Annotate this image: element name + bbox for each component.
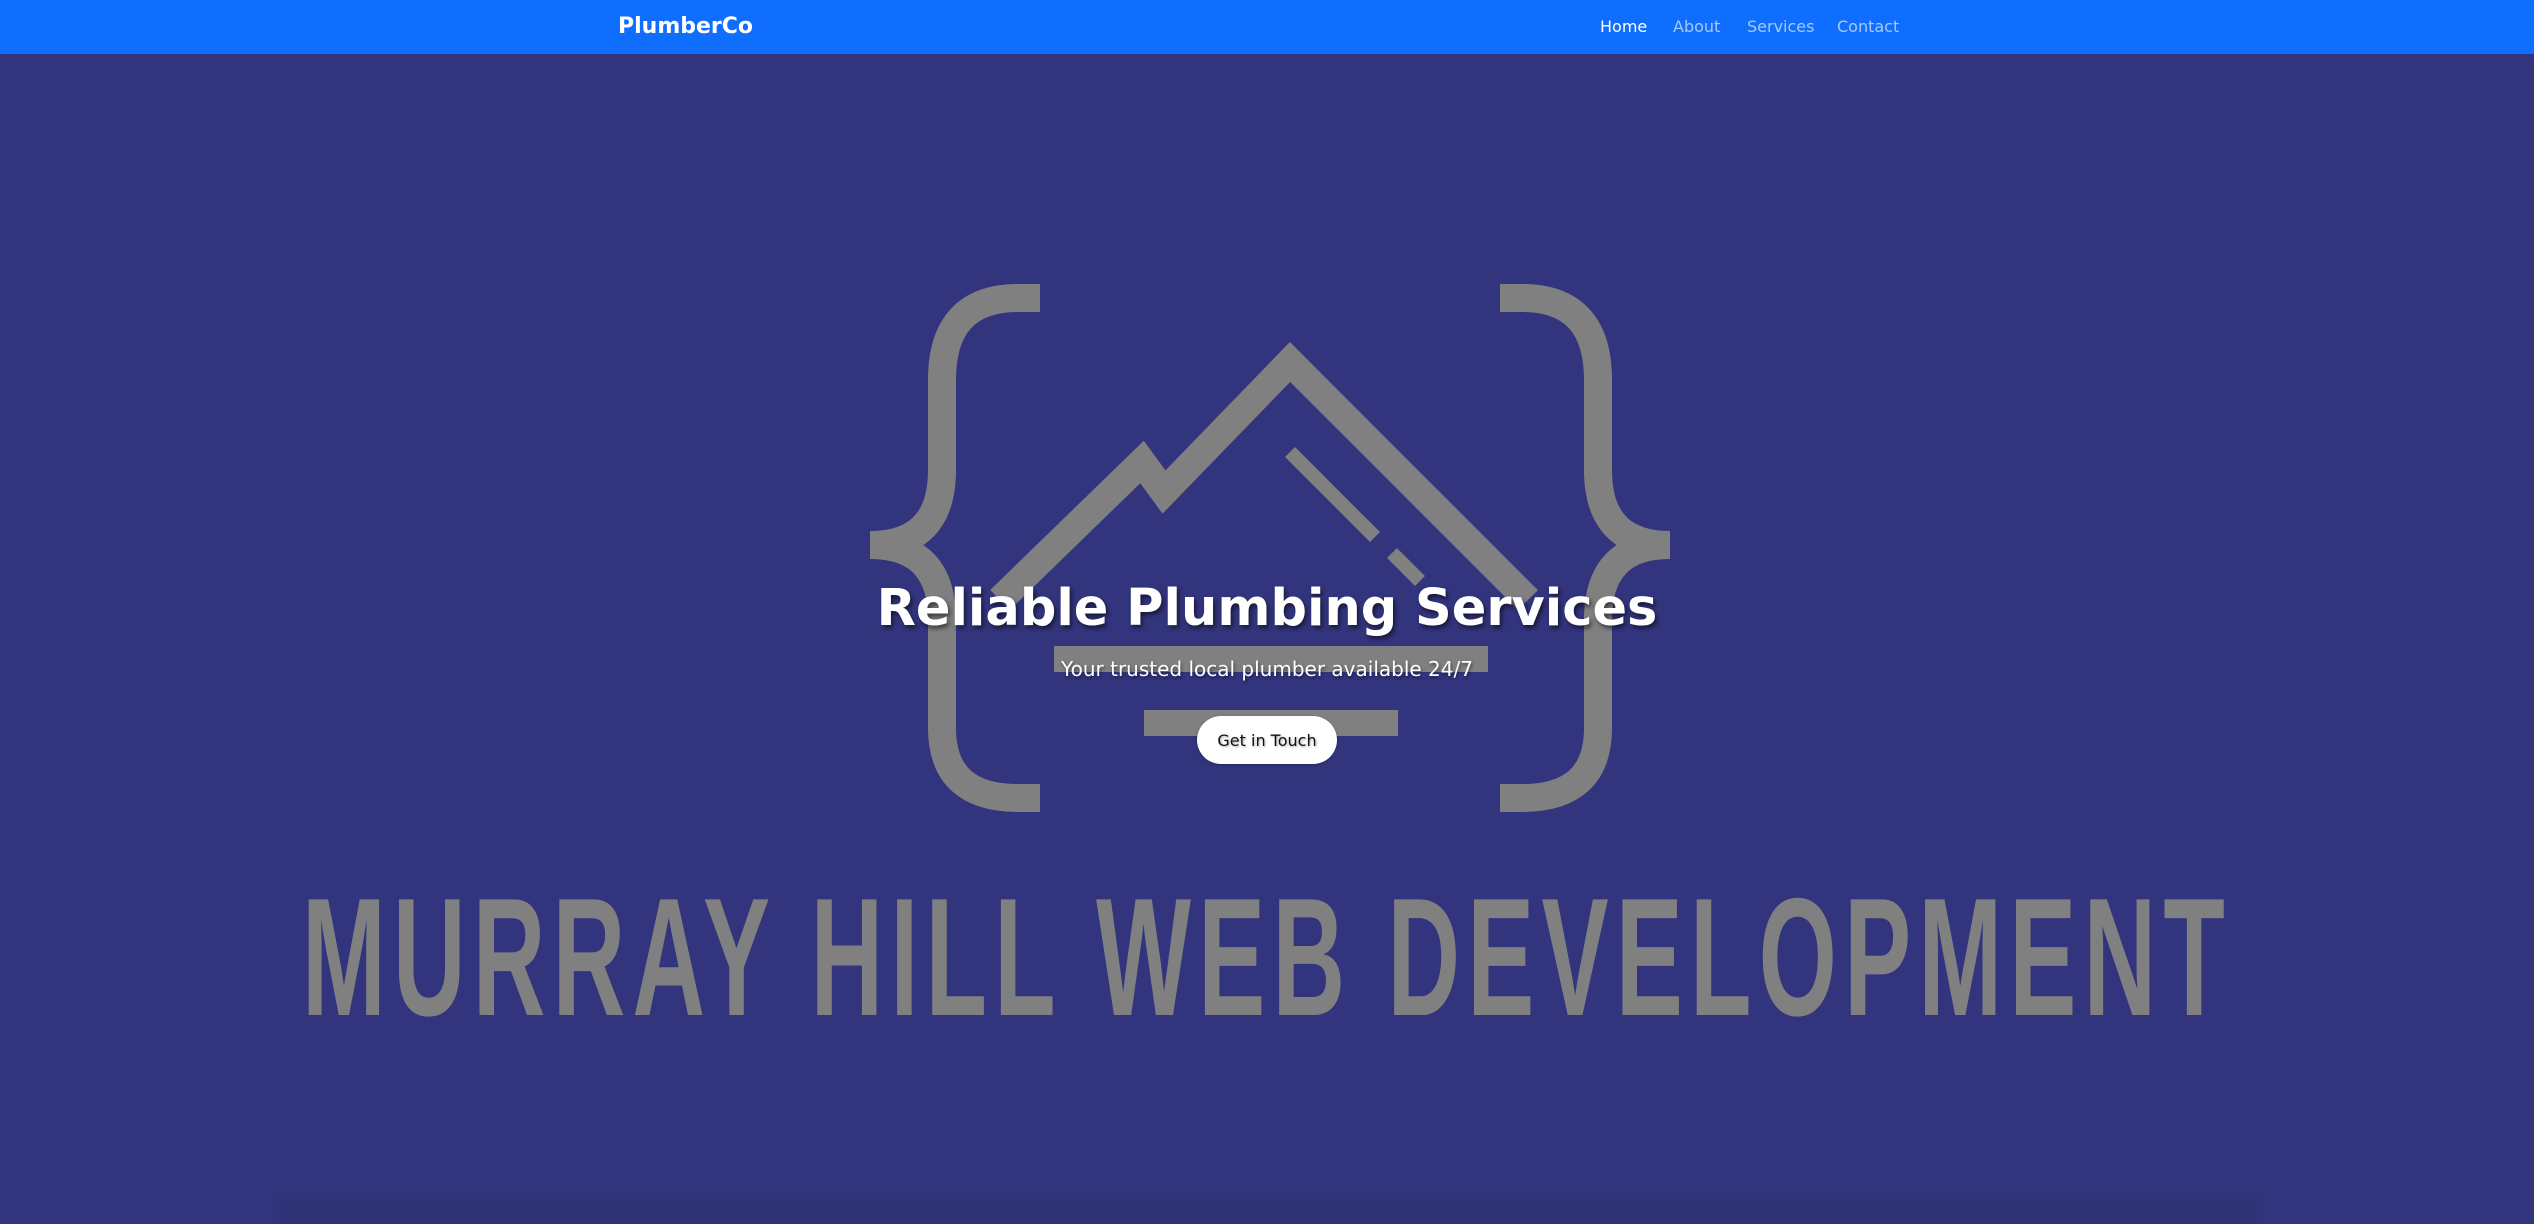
hero-title: Reliable Plumbing Services [876,579,1658,638]
watermark-text: MURRAY HILL WEB DEVELOPMENT [302,863,2232,1051]
hero-subtitle: Your trusted local plumber available 24/… [1061,657,1473,681]
get-in-touch-button[interactable]: Get in Touch [1197,716,1337,764]
footer-shadow [280,1200,2254,1224]
